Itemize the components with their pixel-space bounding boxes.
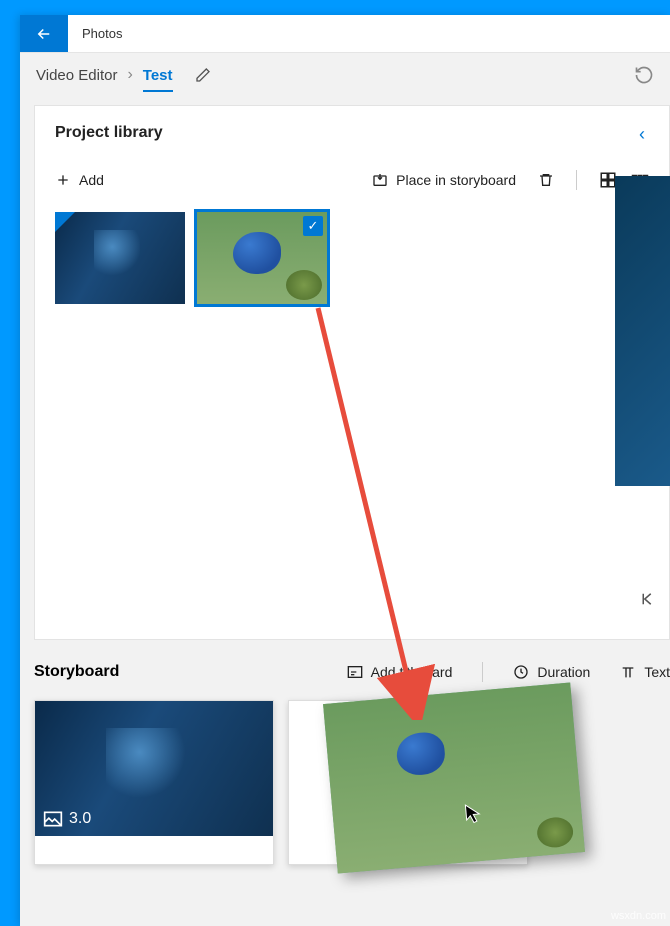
toolbar-divider xyxy=(576,170,577,190)
add-button[interactable]: Add xyxy=(55,172,104,188)
storyboard-clip[interactable]: 3.0 xyxy=(34,700,274,865)
toolbar-divider xyxy=(482,662,483,682)
cursor-icon xyxy=(464,803,482,824)
trash-icon xyxy=(538,172,554,188)
clock-icon xyxy=(513,664,529,680)
add-label: Add xyxy=(79,172,104,188)
library-toolbar: Add Place in storyboard xyxy=(55,170,649,190)
back-button[interactable] xyxy=(20,15,68,52)
video-fold-icon xyxy=(55,212,75,232)
edit-icon[interactable] xyxy=(195,67,211,83)
text-icon xyxy=(620,664,636,680)
titlebar: Photos xyxy=(20,15,670,53)
add-title-card-button[interactable]: Add title card xyxy=(347,664,453,680)
chevron-right-icon: › xyxy=(127,66,132,84)
step-back-icon[interactable] xyxy=(638,590,656,608)
plus-icon xyxy=(55,172,71,188)
text-label: Text xyxy=(644,664,670,680)
breadcrumb-root[interactable]: Video Editor xyxy=(36,67,117,84)
library-thumb-gaming[interactable] xyxy=(55,212,185,304)
place-icon xyxy=(372,172,388,188)
title-card-icon xyxy=(347,665,363,679)
image-icon xyxy=(43,810,63,828)
preview-pane xyxy=(615,176,670,486)
place-label: Place in storyboard xyxy=(396,172,516,188)
back-arrow-icon xyxy=(35,25,53,43)
drag-ghost-thumbnail xyxy=(323,683,585,874)
storyboard-title: Storyboard xyxy=(34,663,119,681)
breadcrumb: Video Editor › Test xyxy=(20,53,670,97)
duration-label: Duration xyxy=(537,664,590,680)
app-title: Photos xyxy=(68,15,136,52)
collapse-chevron-icon[interactable]: ‹ xyxy=(639,124,645,145)
duration-button[interactable]: Duration xyxy=(513,664,590,680)
place-in-storyboard-button[interactable]: Place in storyboard xyxy=(372,172,516,188)
title-card-label: Add title card xyxy=(371,664,453,680)
breadcrumb-current[interactable]: Test xyxy=(143,67,173,92)
library-thumb-bird[interactable]: ✓ xyxy=(197,212,327,304)
project-library-panel: Project library ‹ Add Place in storyboar… xyxy=(34,105,670,640)
text-button[interactable]: Text xyxy=(620,664,670,680)
check-icon: ✓ xyxy=(303,216,323,236)
photos-window: Photos Video Editor › Test Project libra… xyxy=(20,15,670,926)
undo-button[interactable] xyxy=(634,65,654,85)
watermark: wsxdn.com xyxy=(611,910,666,922)
clip-duration: 3.0 xyxy=(43,810,91,828)
library-title: Project library xyxy=(55,124,649,142)
library-thumbnails: ✓ xyxy=(55,212,649,304)
delete-button[interactable] xyxy=(538,172,554,188)
storyboard-toolbar: Storyboard Add title card Duration Text xyxy=(34,662,670,682)
